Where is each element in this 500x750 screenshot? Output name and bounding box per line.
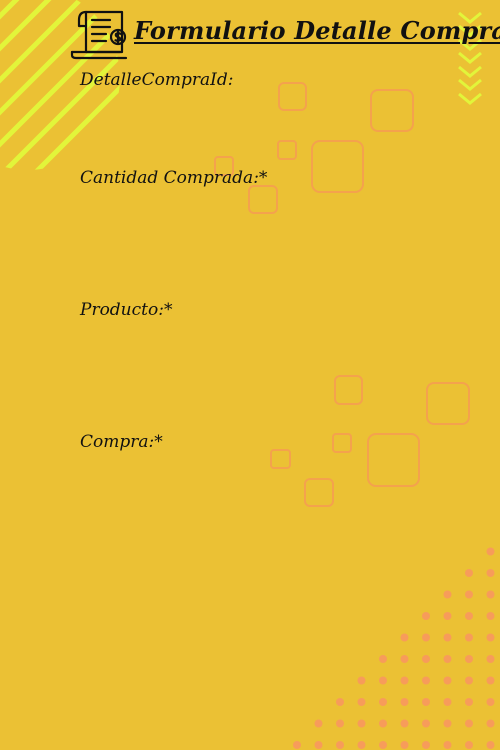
decorative-dot — [336, 698, 344, 706]
decorative-dot — [486, 698, 495, 706]
decorative-dot — [422, 719, 430, 728]
decorative-dot — [465, 590, 473, 599]
decorative-dot — [400, 719, 409, 728]
compra-input[interactable] — [80, 457, 424, 489]
decorative-dot — [443, 633, 452, 642]
decorative-dot — [486, 719, 495, 728]
decorative-dot — [357, 719, 366, 728]
decorative-dot — [486, 547, 495, 556]
decorative-dot — [379, 719, 387, 728]
decorative-dot — [465, 719, 473, 728]
decorative-dot — [379, 698, 387, 706]
decorative-dot — [379, 676, 387, 685]
decorative-dot — [443, 612, 452, 620]
decorative-dot — [400, 741, 409, 749]
decorative-dot — [422, 698, 430, 706]
decorative-dot — [486, 612, 495, 620]
dots-decoration — [293, 547, 495, 749]
decorative-dot — [443, 698, 452, 706]
decorative-dot — [486, 741, 495, 749]
decorative-dot — [357, 741, 366, 749]
decorative-dot — [486, 655, 495, 663]
decorative-dot — [465, 741, 473, 749]
cantidad-comprada-input[interactable] — [80, 193, 424, 225]
decorative-dot — [314, 741, 323, 749]
decorative-dot — [486, 590, 495, 599]
decorative-dot — [443, 590, 452, 599]
decorative-dot — [422, 612, 430, 620]
field-label-producto: Producto:* — [80, 300, 173, 320]
detallecompraid-input[interactable] — [80, 95, 424, 127]
decorative-dot — [486, 676, 495, 685]
decorative-dot — [443, 676, 452, 685]
decorative-dot — [486, 633, 495, 642]
decorative-dot — [486, 569, 495, 577]
field-label-compra: Compra:* — [80, 432, 163, 452]
decorative-dot — [422, 741, 430, 749]
form-title: Formulario Detalle Compra — [134, 16, 500, 45]
decorative-dot — [465, 698, 473, 706]
decorative-dot — [314, 719, 323, 728]
decorative-dot — [443, 655, 452, 663]
decorative-dot — [443, 741, 452, 749]
field-label-cantidad-comprada: Cantidad Comprada:* — [80, 168, 268, 188]
decorative-dot — [400, 698, 409, 706]
invoice-dollar-icon — [70, 10, 128, 60]
decorative-dot — [422, 676, 430, 685]
decorative-dot — [422, 655, 430, 663]
decorative-dot — [465, 655, 473, 663]
decorative-dot — [465, 612, 473, 620]
decorative-dot — [465, 633, 473, 642]
decorative-dot — [336, 741, 344, 749]
producto-input[interactable] — [80, 325, 424, 357]
decorative-dot — [400, 633, 409, 642]
decorative-dot — [422, 633, 430, 642]
decorative-dot — [379, 655, 387, 663]
decorative-dot — [357, 698, 366, 706]
decorative-dot — [400, 676, 409, 685]
decorative-dot — [400, 655, 409, 663]
decorative-dot — [465, 569, 473, 577]
decorative-dot — [379, 741, 387, 749]
decorative-dot — [293, 741, 301, 749]
decorative-dot — [357, 676, 366, 685]
decorative-dot — [443, 719, 452, 728]
decorative-dot — [336, 719, 344, 728]
decorative-dot — [465, 676, 473, 685]
field-label-detallecompraid: DetalleCompraId: — [80, 70, 234, 90]
